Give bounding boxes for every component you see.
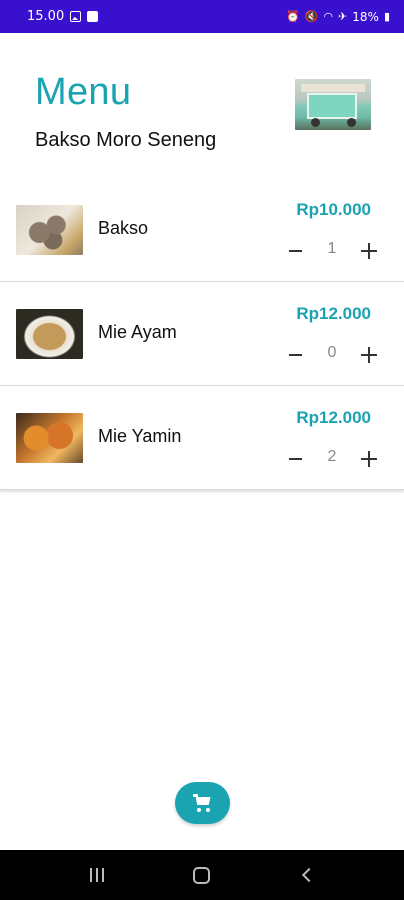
menu-list: Bakso Rp10.000 1 Mie Ayam Rp12.000 0 Mie… bbox=[0, 178, 404, 490]
image-icon bbox=[70, 11, 82, 22]
decrease-button[interactable] bbox=[282, 444, 308, 474]
menu-item: Mie Ayam Rp12.000 0 bbox=[0, 282, 404, 386]
page-title: Menu bbox=[35, 71, 132, 113]
battery-level: 18% bbox=[352, 9, 379, 24]
item-price: Rp10.000 bbox=[296, 200, 371, 219]
battery-icon: ▮ bbox=[383, 10, 390, 23]
header: Menu Bakso Moro Seneng bbox=[0, 33, 404, 178]
recent-apps-button[interactable] bbox=[77, 860, 117, 890]
back-icon bbox=[301, 867, 316, 883]
shopping-cart-icon bbox=[192, 794, 213, 812]
item-name: Mie Yamin bbox=[98, 426, 182, 446]
increase-button[interactable] bbox=[356, 340, 382, 370]
recent-apps-icon bbox=[90, 868, 105, 882]
decrease-button[interactable] bbox=[282, 340, 308, 370]
back-button[interactable] bbox=[287, 860, 327, 890]
alarm-icon: ⏰ bbox=[286, 10, 300, 23]
airplane-icon: ✈ bbox=[338, 10, 348, 23]
quantity-value: 0 bbox=[327, 344, 337, 361]
quantity-stepper: 0 bbox=[282, 340, 382, 370]
navigation-bar bbox=[0, 850, 404, 900]
home-button[interactable] bbox=[182, 860, 222, 890]
mie-yamin-image bbox=[16, 413, 83, 463]
mute-icon: 🔇 bbox=[304, 10, 319, 23]
item-price: Rp12.000 bbox=[296, 304, 371, 323]
quantity-stepper: 2 bbox=[282, 444, 382, 474]
menu-item: Mie Yamin Rp12.000 2 bbox=[0, 386, 404, 490]
home-icon bbox=[193, 866, 211, 884]
wifi-icon: ◠ bbox=[323, 10, 334, 23]
store-name: Bakso Moro Seneng bbox=[35, 129, 217, 151]
increase-button[interactable] bbox=[356, 444, 382, 474]
quantity-value: 1 bbox=[327, 240, 337, 257]
item-price: Rp12.000 bbox=[296, 408, 371, 427]
check-icon bbox=[87, 11, 99, 22]
quantity-value: 2 bbox=[327, 448, 337, 465]
decrease-button[interactable] bbox=[282, 236, 308, 266]
item-name: Mie Ayam bbox=[98, 322, 177, 342]
status-time: 15.00 bbox=[27, 9, 65, 24]
quantity-stepper: 1 bbox=[282, 236, 382, 266]
mie-ayam-image bbox=[16, 309, 83, 359]
status-right: ⏰ 🔇 ◠ ✈ 18% ▮ bbox=[286, 10, 390, 24]
increase-button[interactable] bbox=[356, 236, 382, 266]
status-left: 15.00 bbox=[27, 9, 99, 24]
store-image bbox=[295, 79, 371, 130]
cart-button[interactable] bbox=[175, 782, 230, 824]
menu-item: Bakso Rp10.000 1 bbox=[0, 178, 404, 282]
status-bar: 15.00 ⏰ 🔇 ◠ ✈ 18% ▮ bbox=[0, 0, 404, 33]
item-name: Bakso bbox=[98, 218, 149, 238]
bakso-image bbox=[16, 205, 83, 255]
